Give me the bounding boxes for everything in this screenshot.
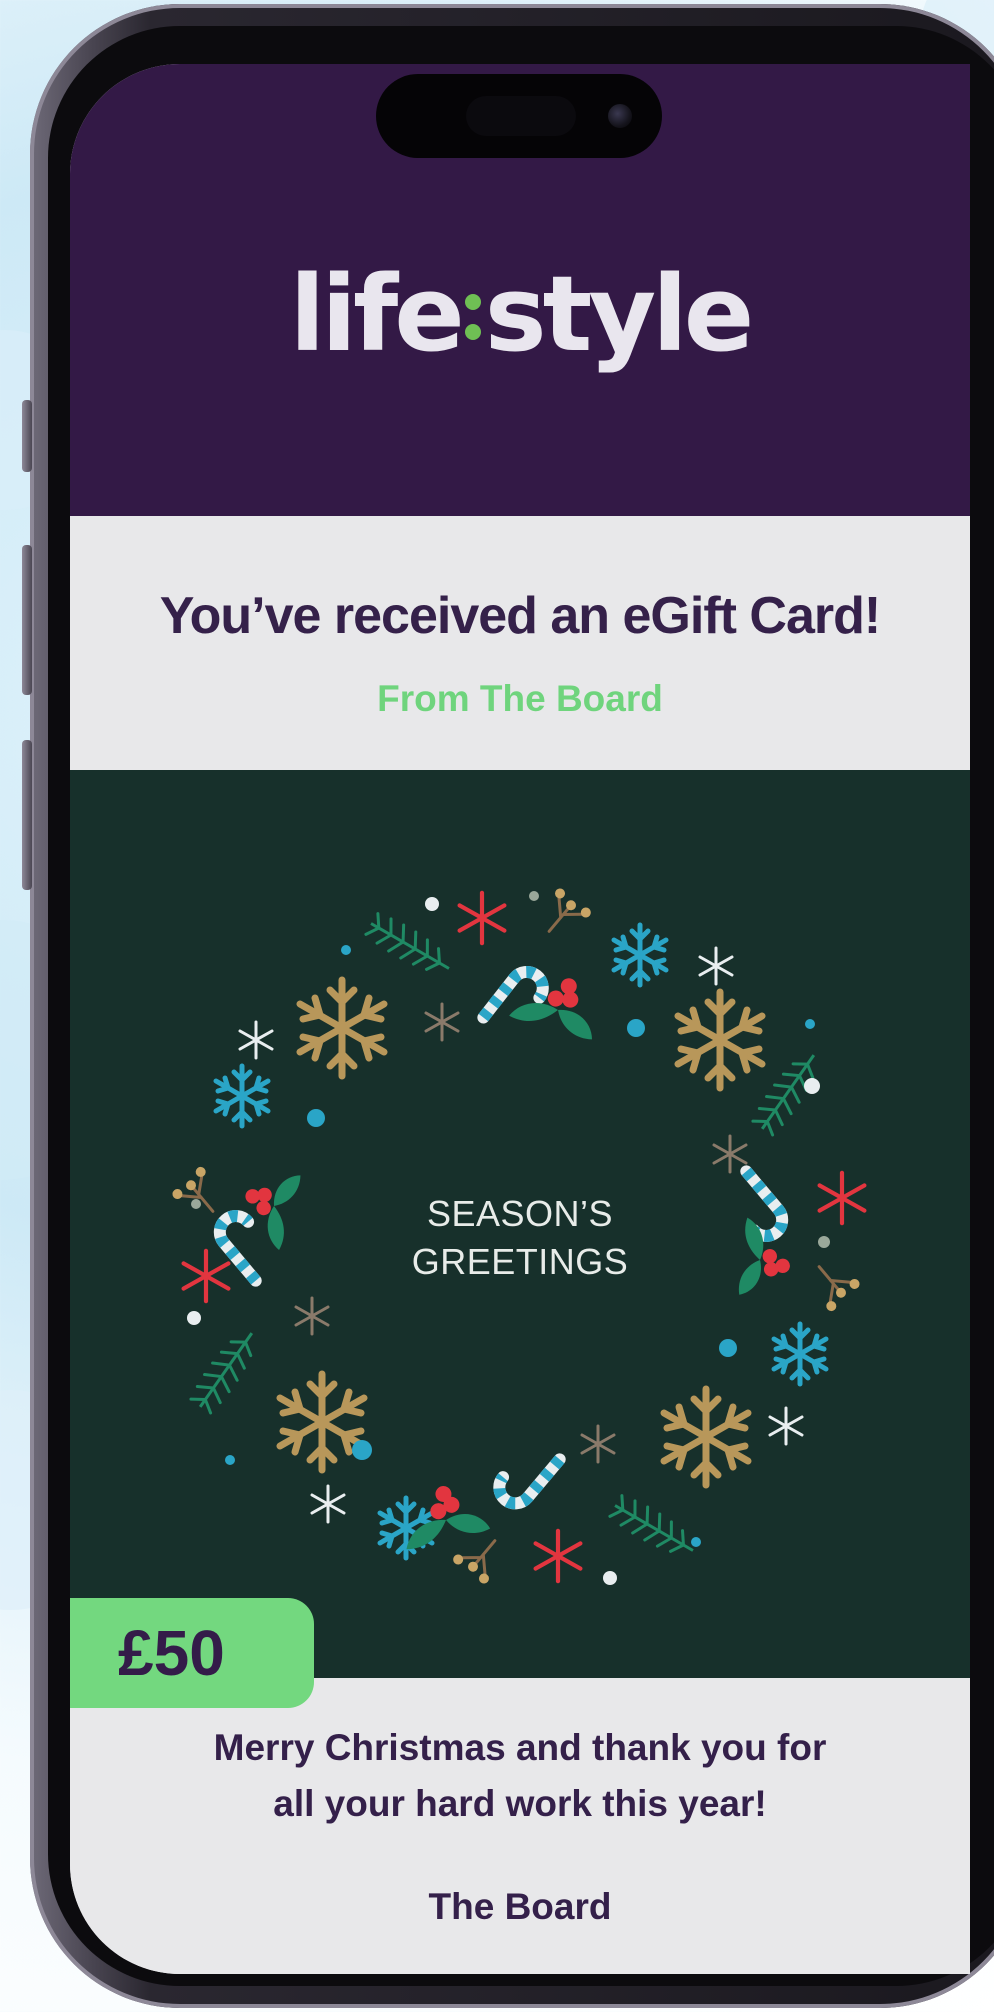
message-line-2: all your hard work this year! bbox=[273, 1783, 767, 1824]
logo-colon-icon bbox=[463, 290, 483, 350]
face-id-sensor bbox=[466, 96, 576, 136]
logo-word-style: style bbox=[484, 253, 755, 375]
sender-line: From The Board bbox=[377, 678, 663, 719]
front-camera-icon bbox=[608, 104, 632, 128]
greeting-line-1: SEASON’S bbox=[426, 1193, 614, 1234]
logo-word-life: life bbox=[289, 253, 465, 375]
seasons-greetings-text: SEASON’S GREETINGS bbox=[320, 1190, 720, 1286]
message-line-1: Merry Christmas and thank you for bbox=[213, 1727, 827, 1768]
lifestyle-logo: life style bbox=[70, 262, 970, 366]
action-button bbox=[22, 400, 32, 472]
volume-up-button bbox=[22, 545, 32, 695]
gift-amount-badge: £50 bbox=[70, 1598, 314, 1708]
gift-card-heading: You’ve received an eGift Card! bbox=[159, 587, 881, 645]
personal-message: Merry Christmas and thank you for all yo… bbox=[130, 1720, 910, 1832]
greeting-line-2: GREETINGS bbox=[411, 1241, 629, 1282]
gift-amount: £50 bbox=[118, 1617, 225, 1689]
volume-down-button bbox=[22, 740, 32, 890]
intro-section: You’ve received an eGift Card! From The … bbox=[70, 516, 970, 770]
dynamic-island bbox=[376, 74, 662, 158]
phone-screen: life style You’ve received an eGift Card!… bbox=[70, 64, 970, 1974]
message-signature: The Board bbox=[428, 1886, 612, 1927]
gift-card-image[interactable]: SEASON’S GREETINGS bbox=[70, 770, 970, 1678]
personal-message-section: Merry Christmas and thank you for all yo… bbox=[70, 1678, 970, 1974]
